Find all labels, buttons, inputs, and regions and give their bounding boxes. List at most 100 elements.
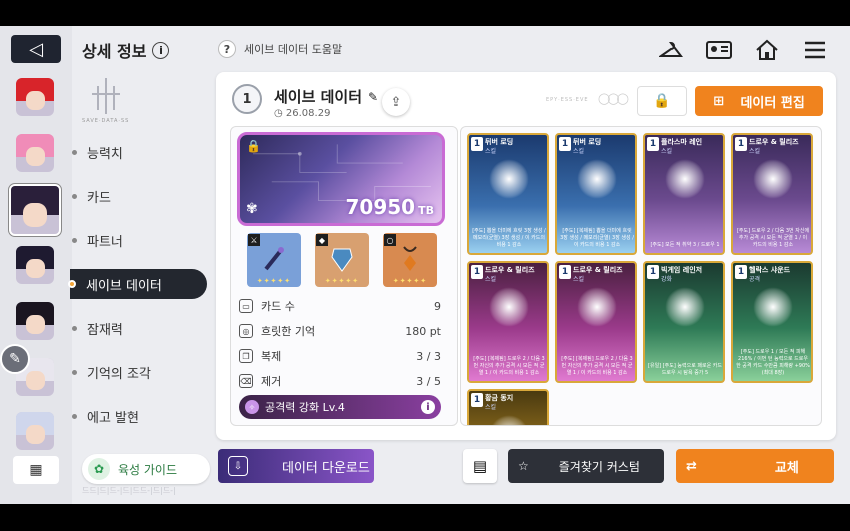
help-link[interactable]: ? 세이브 데이터 도움말: [218, 40, 342, 58]
card-deck: 1 뒤버 로딩 스킬 [주도] 뽑을 더미에 흐릿 3장 생성 / 메모리(균열) 3…: [460, 126, 822, 426]
save-name-text: 세이브 데이터: [274, 88, 363, 106]
memory-icon: ◎: [239, 324, 253, 338]
character-avatar[interactable]: [16, 412, 54, 450]
pencil-icon[interactable]: ✎: [0, 344, 30, 374]
deck-card[interactable]: 1 드로우 & 릴리즈 스킬 [주도] [복제됨] 드로우 2 / 다음 3번 자신의…: [467, 261, 549, 383]
menu-item[interactable]: 능력치: [72, 137, 208, 167]
swap-label: 교체: [774, 460, 799, 476]
save-summary: 🔒 ✾ 70950 TB ⚔ ✦✦✦✦✦ ◆ ✦✦✦✦✦ ○ ✦✦✦✦✦ ▭ 카…: [230, 126, 458, 426]
card-cost: 1: [647, 265, 659, 279]
back-button[interactable]: ◁: [11, 35, 61, 63]
save-name[interactable]: 세이브 데이터 ✎: [274, 86, 378, 107]
card-art: [489, 415, 529, 425]
menu-item[interactable]: 잠재력: [72, 313, 208, 343]
top-letterbox: [0, 0, 850, 26]
edit-data-label: 데이터 편집: [740, 95, 805, 111]
menu-item[interactable]: 기억의 조각: [72, 357, 208, 387]
deck-card[interactable]: 1 빅게임 레인저 강화 [유일] [주도] 능력으로 패로운 카드 드로우 시 탐욕…: [643, 261, 725, 383]
card-type: 스킬: [485, 148, 497, 155]
avatar-face: [25, 91, 45, 111]
deck-card[interactable]: 1황금 동지스킬Lv.3: [467, 389, 549, 425]
deck-card[interactable]: 1 드로우 & 릴리즈 스킬 [주도] [복제됨] 드로우 2 / 다음 3번 자신의…: [555, 261, 637, 383]
stat-value: 3 / 3: [416, 349, 441, 363]
menu-item[interactable]: 파트너: [72, 225, 208, 255]
card-art: [665, 287, 705, 327]
card-cost: 1: [471, 265, 483, 279]
header-actions: [658, 38, 828, 62]
remove-icon: ⌫: [239, 374, 253, 388]
rarity-stars: ✦✦✦✦✦: [256, 277, 292, 285]
terabyte-unit: TB: [418, 204, 434, 217]
edit-data-button[interactable]: ⊞ 데이터 편집: [695, 86, 823, 116]
card-description: [주도] 드로우 2 / 다음 3번 자신에 추가 공격 시 모든 적 균열 1…: [736, 228, 810, 248]
card-art: [489, 159, 529, 199]
faction-logo-icon: [92, 78, 120, 114]
lock-button[interactable]: 🔒: [637, 86, 687, 116]
deck-card[interactable]: 1 드로우 & 릴리즈 스킬 [주도] 드로우 2 / 다음 3번 자신에 추가 공격…: [731, 133, 813, 255]
card-description: [주도] [복제됨] 드로우 2 / 다음 3번 자신의 추가 공격 시 모든 …: [473, 356, 545, 376]
card-cost: 1: [471, 393, 483, 407]
book-icon[interactable]: ▤: [463, 449, 497, 483]
character-avatar[interactable]: [16, 302, 54, 340]
menu-item-label: 파트너: [87, 234, 123, 250]
character-avatar[interactable]: [16, 134, 54, 172]
accessory-item-icon: [403, 246, 417, 271]
page-title: 상세 정보 i: [82, 38, 170, 62]
growth-guide-label: 육성 가이드: [118, 462, 178, 477]
faction-logo-text: SAVE·DATA·SS: [82, 118, 130, 124]
id-card-icon[interactable]: [706, 38, 732, 62]
attack-boost-skill[interactable]: ✧ 공격력 강화 Lv.4 i: [239, 395, 441, 419]
grid-view-icon[interactable]: ▦: [13, 456, 59, 484]
favorites-custom-button[interactable]: ☆ 즐겨찾기 커스텀: [508, 449, 664, 483]
share-icon[interactable]: ⇪: [382, 88, 410, 116]
card-type: 강화: [661, 276, 673, 283]
character-avatar[interactable]: [16, 78, 54, 116]
equipment-slot-weapon[interactable]: ⚔ ✦✦✦✦✦: [247, 233, 301, 287]
bullet-icon: [72, 369, 77, 375]
rarity-stars: ✦✦✦✦✦: [324, 277, 360, 285]
stat-card-count: ▭ 카드 수 9: [239, 295, 441, 317]
deck-card[interactable]: 1 헬락스 샤운드 공격 [주도] 드로우 1 / 모든 적 피해 216% / 이번…: [731, 261, 813, 383]
stat-label: 카드 수: [261, 300, 295, 313]
card-description: [주도] 드로우 1 / 모든 적 피해 216% / 이번 턴 능력으로 드로…: [736, 349, 810, 376]
menu-item[interactable]: 세이브 데이터: [68, 269, 207, 299]
data-download-button[interactable]: ⇩ 데이터 다운로드: [218, 449, 374, 483]
avatar-face: [25, 371, 45, 391]
menu-item[interactable]: 에고 발현: [72, 401, 208, 431]
card-description: [유일] [주도] 능력으로 패로운 카드 드로우 시 탐욕 증가 5: [648, 363, 722, 376]
pencil-icon[interactable]: ✎: [368, 90, 378, 104]
skill-label: 공격력 강화 Lv.4: [265, 401, 345, 414]
home-icon[interactable]: [754, 38, 780, 62]
rings-logo-icon: ◯◯◯: [598, 92, 629, 105]
app-screen: ◁ ✎ ▦ 상세 정보 i SAVE·DATA·SS 능력치 카드 파트너 세이브 데…: [0, 26, 850, 504]
character-avatar-selected[interactable]: [9, 184, 61, 236]
stat-label: 제거: [261, 375, 282, 388]
stat-label: 복제: [261, 350, 282, 363]
terabyte-card: 🔒 ✾ 70950 TB: [237, 132, 445, 226]
swap-arrows-icon: ⇄: [686, 458, 697, 474]
card-type: 스킬: [749, 148, 761, 155]
swap-button[interactable]: ⇄ 교체: [676, 449, 834, 483]
card-type: 스킬: [485, 276, 497, 283]
card-count-icon: ▭: [239, 299, 253, 313]
equipment-slot-armor[interactable]: ◆ ✦✦✦✦✦: [315, 233, 369, 287]
menu-item[interactable]: 카드: [72, 181, 208, 211]
star-edit-icon: ☆: [518, 459, 529, 473]
character-avatar[interactable]: [16, 246, 54, 284]
deck-card[interactable]: 1 뒤버 로딩 스킬 [주도] [복제됨] 뽑을 더미에 흐릿 3장 생성 / 메모리…: [555, 133, 637, 255]
menu-icon[interactable]: [802, 38, 828, 62]
card-art: [753, 159, 793, 199]
sprout-icon: ✿: [88, 458, 110, 480]
info-icon[interactable]: i: [421, 400, 435, 414]
armor-icon: ◆: [316, 234, 328, 246]
card-type: 스킬: [573, 276, 585, 283]
growth-guide-button[interactable]: ✿ 육성 가이드: [82, 454, 210, 484]
save-date: ◷ 26.08.29: [274, 108, 330, 119]
equipment-slot-accessory[interactable]: ○ ✦✦✦✦✦: [383, 233, 437, 287]
menu-item-label: 능력치: [87, 146, 123, 162]
info-icon[interactable]: i: [152, 41, 170, 59]
hanger-icon[interactable]: [658, 38, 684, 62]
deck-card[interactable]: 1 뒤버 로딩 스킬 [주도] 뽑을 더미에 흐릿 3장 생성 / 메모리(균열) 3…: [467, 133, 549, 255]
deck-card[interactable]: 1 플라스마 레인 스킬 [주도] 모든 적 취약 3 / 드로우 1: [643, 133, 725, 255]
question-icon: ?: [218, 40, 236, 58]
